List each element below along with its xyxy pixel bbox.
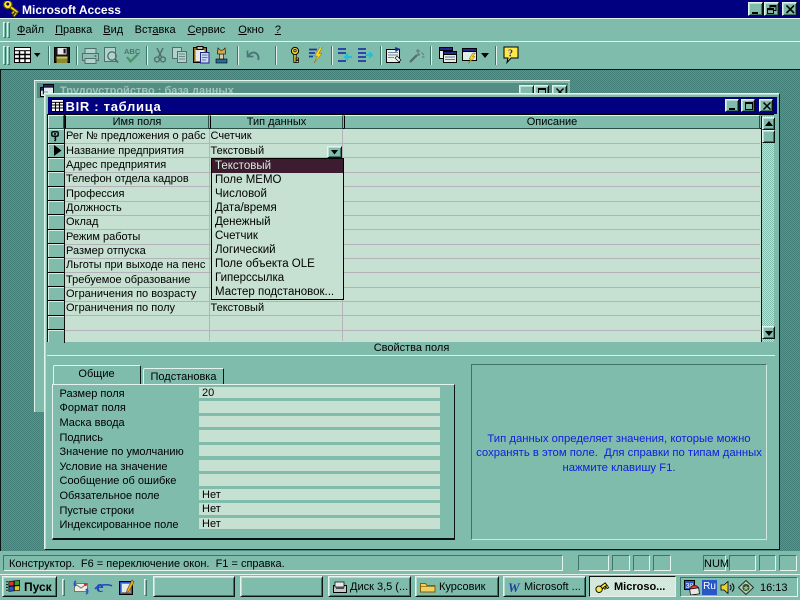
svg-text:?: ? [508,49,513,60]
